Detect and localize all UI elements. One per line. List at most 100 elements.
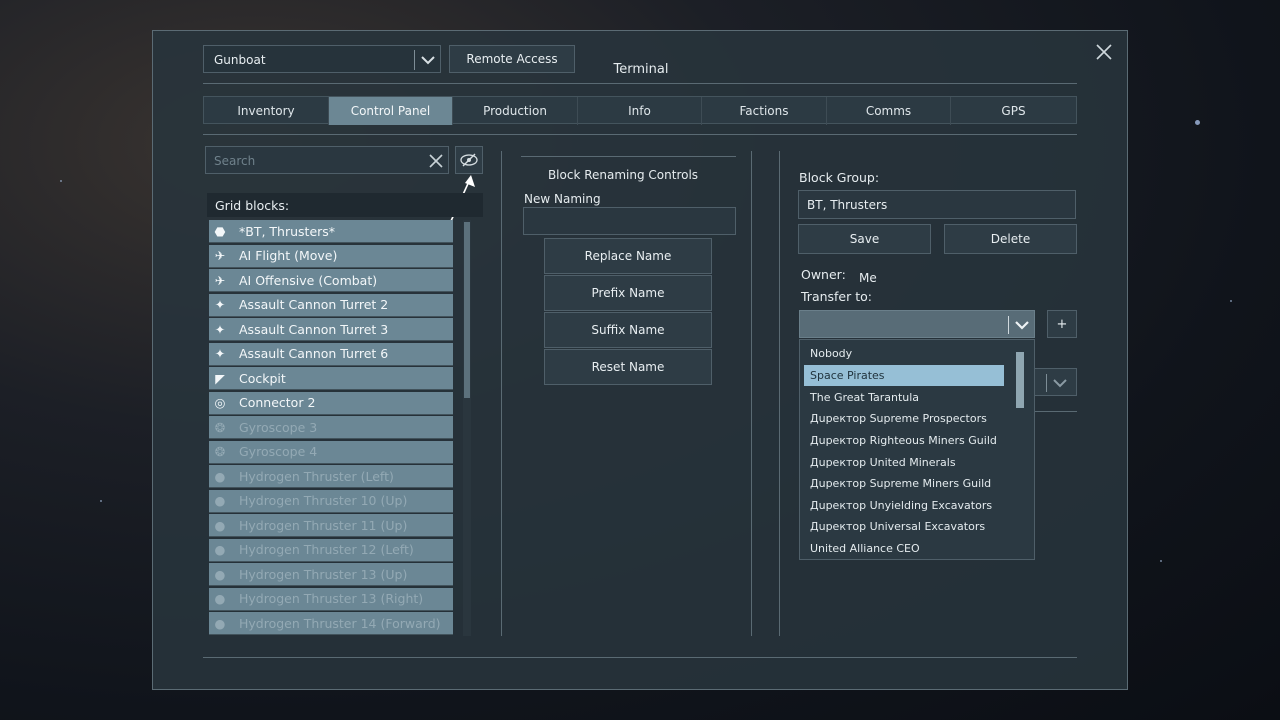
thruster-icon: ● bbox=[214, 566, 226, 582]
list-item-label: Assault Cannon Turret 2 bbox=[239, 297, 389, 312]
block-group-value: BT, Thrusters bbox=[807, 198, 888, 212]
grid-blocks-header: Grid blocks: bbox=[207, 193, 483, 217]
delete-button[interactable]: Delete bbox=[944, 224, 1077, 254]
search-placeholder: Search bbox=[214, 154, 256, 168]
thruster-icon: ● bbox=[214, 493, 226, 508]
transfer-options-list: Nobody Space Pirates The Great Tarantula… bbox=[799, 339, 1035, 560]
turret-icon: ✦ bbox=[214, 321, 226, 337]
list-item[interactable]: ● Hydrogen Thruster 14 (Forward) bbox=[209, 612, 453, 635]
list-item[interactable]: ◎ Connector 2 bbox=[209, 391, 453, 415]
grid-blocks-scrollbar[interactable] bbox=[463, 220, 471, 636]
tab-comms[interactable]: Comms bbox=[827, 97, 951, 125]
ai-offensive-icon: ✈ bbox=[214, 272, 226, 288]
owner-option[interactable]: Дupeктop Supreme Prospectors bbox=[804, 408, 1004, 429]
remote-access-button[interactable]: Remote Access bbox=[449, 45, 575, 73]
owner-option[interactable]: Дupeктop Unyielding Excavators bbox=[804, 495, 1004, 516]
tab-info[interactable]: Info bbox=[578, 97, 702, 125]
owner-option-nobody[interactable]: Nobody bbox=[804, 343, 1004, 364]
new-naming-input[interactable] bbox=[523, 207, 736, 235]
save-button[interactable]: Save bbox=[798, 224, 931, 254]
owner-option[interactable]: Дupeктop Universal Excavators bbox=[804, 516, 1004, 537]
owner-option[interactable]: Дupeктop Supreme Miners Guild bbox=[804, 473, 1004, 494]
list-item[interactable]: ● Hydrogen Thruster 11 (Up) bbox=[209, 514, 453, 537]
page-title: Terminal bbox=[613, 62, 669, 77]
list-item[interactable]: ⬣ *BT, Thrusters* bbox=[209, 220, 453, 243]
cockpit-icon: ◤ bbox=[215, 370, 225, 386]
list-item-label: AI Flight (Move) bbox=[239, 248, 338, 263]
list-item[interactable]: ● Hydrogen Thruster 13 (Up) bbox=[209, 563, 453, 586]
list-item-label: Hydrogen Thruster 11 (Up) bbox=[239, 517, 408, 533]
list-item[interactable]: ✦ Assault Cannon Turret 3 bbox=[209, 318, 453, 341]
list-item-label: Hydrogen Thruster 14 (Forward) bbox=[239, 615, 441, 631]
owner-value: Me bbox=[859, 271, 877, 285]
list-item-label: Connector 2 bbox=[239, 395, 316, 410]
renaming-title: Block Renaming Controls bbox=[547, 168, 699, 182]
list-item-label: Hydrogen Thruster 12 (Left) bbox=[239, 542, 414, 557]
thruster-icon: ● bbox=[214, 542, 226, 557]
list-item[interactable]: ✈ AI Flight (Move) bbox=[209, 244, 453, 268]
reset-name-button[interactable]: Reset Name bbox=[544, 349, 712, 385]
connector-icon: ◎ bbox=[214, 395, 226, 410]
grid-blocks-label: Grid blocks: bbox=[215, 198, 290, 213]
list-item[interactable]: ✈ AI Offensive (Combat) bbox=[209, 269, 453, 292]
thruster-icon: ● bbox=[214, 615, 226, 631]
list-item[interactable]: ● Hydrogen Thruster (Left) bbox=[209, 465, 453, 488]
tab-factions[interactable]: Factions bbox=[702, 97, 827, 125]
tab-control-panel[interactable]: Control Panel bbox=[329, 97, 453, 125]
list-item-label: Hydrogen Thruster 10 (Up) bbox=[239, 493, 408, 508]
thruster-icon: ● bbox=[214, 468, 226, 484]
list-item[interactable]: ❂ Gyroscope 4 bbox=[209, 440, 453, 464]
turret-icon: ✦ bbox=[214, 297, 226, 312]
gyroscope-icon: ❂ bbox=[214, 419, 226, 435]
hidden-eye-icon bbox=[460, 153, 478, 167]
list-item-label: AI Offensive (Combat) bbox=[239, 272, 378, 288]
owner-option[interactable]: The Great Tarantula bbox=[804, 387, 1004, 408]
scrollbar-thumb[interactable] bbox=[464, 222, 470, 398]
list-item-label: Hydrogen Thruster 13 (Up) bbox=[239, 566, 408, 582]
tab-inventory[interactable]: Inventory bbox=[204, 97, 329, 125]
list-item[interactable]: ◤ Cockpit bbox=[209, 367, 453, 390]
list-item[interactable]: ✦ Assault Cannon Turret 2 bbox=[209, 293, 453, 317]
chevron-down-icon bbox=[1053, 379, 1067, 388]
list-item[interactable]: ● Hydrogen Thruster 13 (Right) bbox=[209, 587, 453, 611]
transfer-select[interactable] bbox=[799, 310, 1035, 338]
list-item[interactable]: ● Hydrogen Thruster 10 (Up) bbox=[209, 489, 453, 513]
list-item-label: Cockpit bbox=[239, 370, 286, 386]
clear-search-icon[interactable] bbox=[428, 153, 444, 169]
chevron-down-icon bbox=[421, 56, 435, 65]
list-item-label: *BT, Thrusters* bbox=[239, 223, 336, 239]
prefix-name-button[interactable]: Prefix Name bbox=[544, 275, 712, 311]
thruster-icon: ● bbox=[214, 517, 226, 533]
toggle-visibility-button[interactable] bbox=[455, 146, 483, 174]
secondary-select[interactable] bbox=[1033, 368, 1077, 396]
grid-select-value: Gunboat bbox=[214, 53, 266, 67]
list-item-label: Hydrogen Thruster (Left) bbox=[239, 468, 394, 484]
owner-option[interactable]: Дupeктop United Minerals bbox=[804, 452, 1004, 473]
list-item[interactable]: ❂ Gyroscope 3 bbox=[209, 416, 453, 439]
search-input[interactable]: Search bbox=[205, 146, 449, 174]
grid-blocks-list: ⬣ *BT, Thrusters* ✈ AI Flight (Move) ✈ AI O… bbox=[209, 220, 453, 636]
suffix-name-button[interactable]: Suffix Name bbox=[544, 312, 712, 348]
block-group-input[interactable]: BT, Thrusters bbox=[798, 190, 1076, 219]
close-button[interactable] bbox=[1093, 41, 1115, 63]
thruster-icon: ● bbox=[214, 591, 226, 606]
block-group-label: Block Group: bbox=[799, 170, 880, 185]
list-item[interactable]: ● Hydrogen Thruster 12 (Left) bbox=[209, 538, 453, 562]
tab-production[interactable]: Production bbox=[453, 97, 578, 125]
tab-bar: Inventory Control Panel Production Info … bbox=[203, 96, 1077, 125]
turret-icon: ✦ bbox=[214, 346, 226, 361]
add-button[interactable]: + bbox=[1047, 310, 1077, 338]
replace-name-button[interactable]: Replace Name bbox=[544, 238, 712, 274]
list-item-label: Hydrogen Thruster 13 (Right) bbox=[239, 591, 424, 606]
list-item[interactable]: ✦ Assault Cannon Turret 6 bbox=[209, 342, 453, 366]
list-item-label: Gyroscope 4 bbox=[239, 444, 318, 459]
tab-gps[interactable]: GPS bbox=[951, 97, 1076, 125]
owner-option[interactable]: Дupeктop Righteous Miners Guild bbox=[804, 430, 1004, 451]
owner-option-space-pirates[interactable]: Space Pirates bbox=[804, 365, 1004, 386]
terminal-window: Gunboat Remote Access Terminal Inventory… bbox=[152, 30, 1128, 690]
grid-select[interactable]: Gunboat bbox=[203, 45, 441, 73]
new-naming-label: New Naming bbox=[524, 192, 601, 206]
owner-option[interactable]: United Alliance CEO bbox=[804, 538, 1004, 559]
owners-scrollbar[interactable] bbox=[1016, 352, 1024, 408]
chevron-down-icon bbox=[1015, 321, 1029, 330]
